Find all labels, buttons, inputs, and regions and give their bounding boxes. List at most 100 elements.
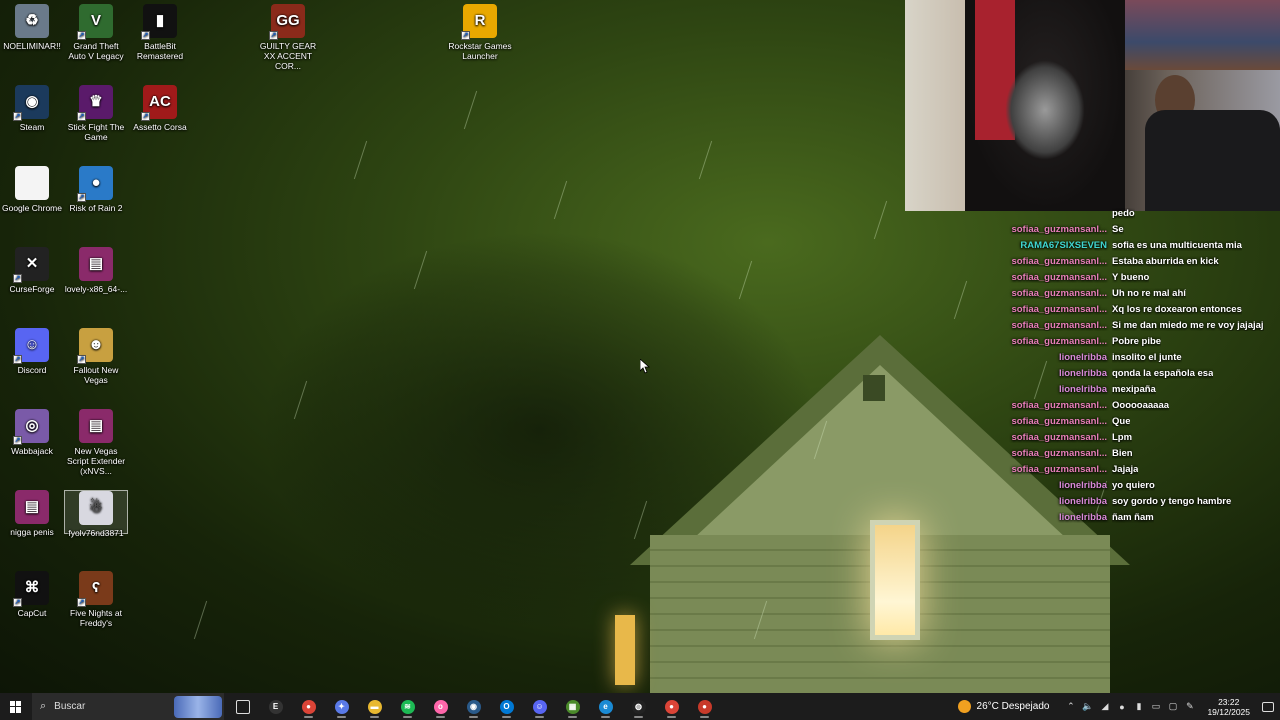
chat-username: lionelribba (1058, 495, 1107, 507)
taskbar-app-steam[interactable]: ◉ (457, 693, 490, 720)
curseforge-icon: ✕ ↗ (13, 247, 49, 283)
desktop-icon[interactable]: AC ↗ Assetto Corsa (128, 85, 192, 132)
desktop-icon-label: Risk of Rain 2 (69, 203, 123, 213)
shortcut-arrow-icon: ↗ (141, 112, 150, 121)
assetto-corsa-icon: AC ↗ (141, 85, 177, 121)
chevron-up-icon[interactable]: ⌃ (1065, 701, 1076, 712)
wabbajack-icon: ◎ ↗ (13, 409, 49, 445)
rain-streak (953, 280, 968, 320)
chat-message: lionelribba mexipaña (1000, 381, 1280, 397)
desktop-icon[interactable]: V ↗ Grand Theft Auto V Legacy (64, 4, 128, 61)
chat-message-text: insolito el junte (1112, 351, 1182, 363)
chat-message: sofiaa_guzmansanl... Lpm (1000, 429, 1280, 445)
taskbar-app-edge[interactable]: e (589, 693, 622, 720)
weather-sun-icon (957, 700, 971, 713)
rain-streak (353, 140, 368, 180)
system-tray: 26°C Despejado ⌃ 🔈 ◢ ● ▮ ▭ ▢ ✎ 23:22 19/… (957, 693, 1280, 720)
desktop-icon-label: Wabbajack (11, 446, 53, 456)
taskbar-app-obs[interactable]: ◍ (622, 693, 655, 720)
desktop-icon-label: Assetto Corsa (133, 122, 187, 132)
record-icon[interactable]: ● (1116, 701, 1127, 712)
taskbar-app-chrome[interactable]: ● (292, 693, 325, 720)
chat-message-text: ñam ñam (1112, 511, 1154, 523)
shortcut-arrow-icon: ↗ (77, 193, 86, 202)
taskbar-app-file-explorer[interactable]: ▬ (358, 693, 391, 720)
capcut-icon: ⌘ ↗ (13, 571, 49, 607)
desktop-icon[interactable]: ♛ ↗ Stick Fight The Game (64, 85, 128, 142)
image-file-icon: ☃ (79, 491, 113, 525)
taskbar-app-chrome-profile-2[interactable]: ● (688, 693, 721, 720)
chat-username: sofiaa_guzmansanl... (1011, 319, 1107, 331)
taskbar-app-outlook[interactable]: O (490, 693, 523, 720)
desktop-icon-label: Google Chrome (1, 203, 62, 213)
battlebit-icon: ▮ ↗ (141, 4, 177, 40)
desktop-icon[interactable]: GG ↗ GUILTY GEAR XX ACCENT COR... (256, 4, 320, 71)
taskbar-app-task-view[interactable] (226, 693, 259, 720)
desktop-icon[interactable]: ♻ NOELIMINAR!! (0, 4, 64, 51)
taskbar-app-spotify[interactable]: ≋ (391, 693, 424, 720)
weather-text: 26°C Despejado (976, 701, 1050, 712)
desktop-icon-label: lovely-x86_64-... (64, 284, 128, 294)
desktop-icon[interactable]: ✕ ↗ CurseForge (0, 247, 64, 294)
notification-icon[interactable] (1262, 701, 1274, 712)
taskbar-app-chrome-profile[interactable]: ● (655, 693, 688, 720)
pen-icon[interactable]: ✎ (1184, 701, 1195, 712)
desktop-icon[interactable]: ◉ ↗ Steam (0, 85, 64, 132)
taskbar-app-minecraft[interactable]: ▦ (556, 693, 589, 720)
desktop-icon-label: Steam (19, 122, 45, 132)
chat-message: sofiaa_guzmansanl... Xq los re doxearon e… (1000, 301, 1280, 317)
discord-icon: ☺ ↗ (13, 328, 49, 364)
outlook-icon: O (499, 699, 514, 714)
desktop-icon[interactable]: ⌘ ↗ CapCut (0, 571, 64, 618)
battery-icon[interactable]: ▭ (1150, 701, 1161, 712)
desktop-icon[interactable]: Google Chrome (0, 166, 64, 213)
microphone-icon[interactable]: ▮ (1133, 701, 1144, 712)
gta-v-icon: V ↗ (77, 4, 113, 40)
chat-message: pedo (1000, 205, 1280, 221)
desktop-icon[interactable]: ▮ ↗ BattleBit Remastered (128, 4, 192, 61)
taskbar-app-discord[interactable]: ☺ (523, 693, 556, 720)
desktop-icon-label: BattleBit Remastered (136, 41, 184, 61)
desktop-icon[interactable]: ☺ ↗ Discord (0, 328, 64, 375)
shortcut-arrow-icon: ↗ (77, 355, 86, 364)
chat-username: RAMA67SIXSEVEN (1020, 239, 1107, 251)
stick-fight-icon: ♛ ↗ (77, 85, 113, 121)
chat-message: sofiaa_guzmansanl... Y bueno (1000, 269, 1280, 285)
desktop-icon[interactable]: ☃ fyolv76nd3871 (64, 490, 128, 538)
taskbar-clock[interactable]: 23:22 19/12/2025 (1207, 697, 1250, 717)
desktop-icon-label: Stick Fight The Game (67, 122, 125, 142)
shortcut-arrow-icon: ↗ (77, 112, 86, 121)
desktop-icon[interactable]: ◎ ↗ Wabbajack (0, 409, 64, 456)
taskbar-app-epic-games[interactable]: E (259, 693, 292, 720)
desktop-icon[interactable]: ʕ ↗ Five Nights at Freddy's (64, 571, 128, 628)
taskbar-app-copilot[interactable]: ✦ (325, 693, 358, 720)
volume-icon[interactable]: 🔈 (1082, 701, 1093, 712)
chat-username: lionelribba (1058, 479, 1107, 491)
chat-message: sofiaa_guzmansanl... Jajaja (1000, 461, 1280, 477)
screen-icon[interactable]: ▢ (1167, 701, 1178, 712)
start-button[interactable] (0, 693, 32, 720)
risk-of-rain-icon: ● ↗ (77, 166, 113, 202)
desktop-icon[interactable]: ☻ ↗ Fallout New Vegas (64, 328, 128, 385)
desktop-icon[interactable]: ▤ New Vegas Script Extender (xNVS... (64, 409, 128, 476)
chat-username: sofiaa_guzmansanl... (1011, 335, 1107, 347)
chat-message-text: Oooooaaaaa (1112, 399, 1170, 411)
blank-file-icon (15, 166, 49, 200)
desktop-icon[interactable]: ● ↗ Risk of Rain 2 (64, 166, 128, 213)
taskbar-app-osu[interactable]: o (424, 693, 457, 720)
rain-streak (193, 600, 208, 640)
shortcut-arrow-icon: ↗ (141, 31, 150, 40)
chat-message-text: Bien (1112, 447, 1133, 459)
desktop-icon[interactable]: R ↗ Rockstar Games Launcher (448, 4, 512, 61)
desktop-icon-label: CurseForge (9, 284, 55, 294)
rockstar-icon: R ↗ (461, 4, 497, 40)
chat-message-text: Se (1112, 223, 1124, 235)
chat-message: lionelribba yo quiero (1000, 477, 1280, 493)
fnaf-icon: ʕ ↗ (77, 571, 113, 607)
desktop-icon[interactable]: ▤ lovely-x86_64-... (64, 247, 128, 294)
taskbar-search-box[interactable]: ⌕ Buscar (32, 693, 224, 720)
weather-widget[interactable]: 26°C Despejado (957, 700, 1050, 713)
desktop-icon[interactable]: ▤ nigga penis (0, 490, 64, 537)
desktop-icon-label: New Vegas Script Extender (xNVS... (66, 446, 126, 476)
network-icon[interactable]: ◢ (1099, 701, 1110, 712)
